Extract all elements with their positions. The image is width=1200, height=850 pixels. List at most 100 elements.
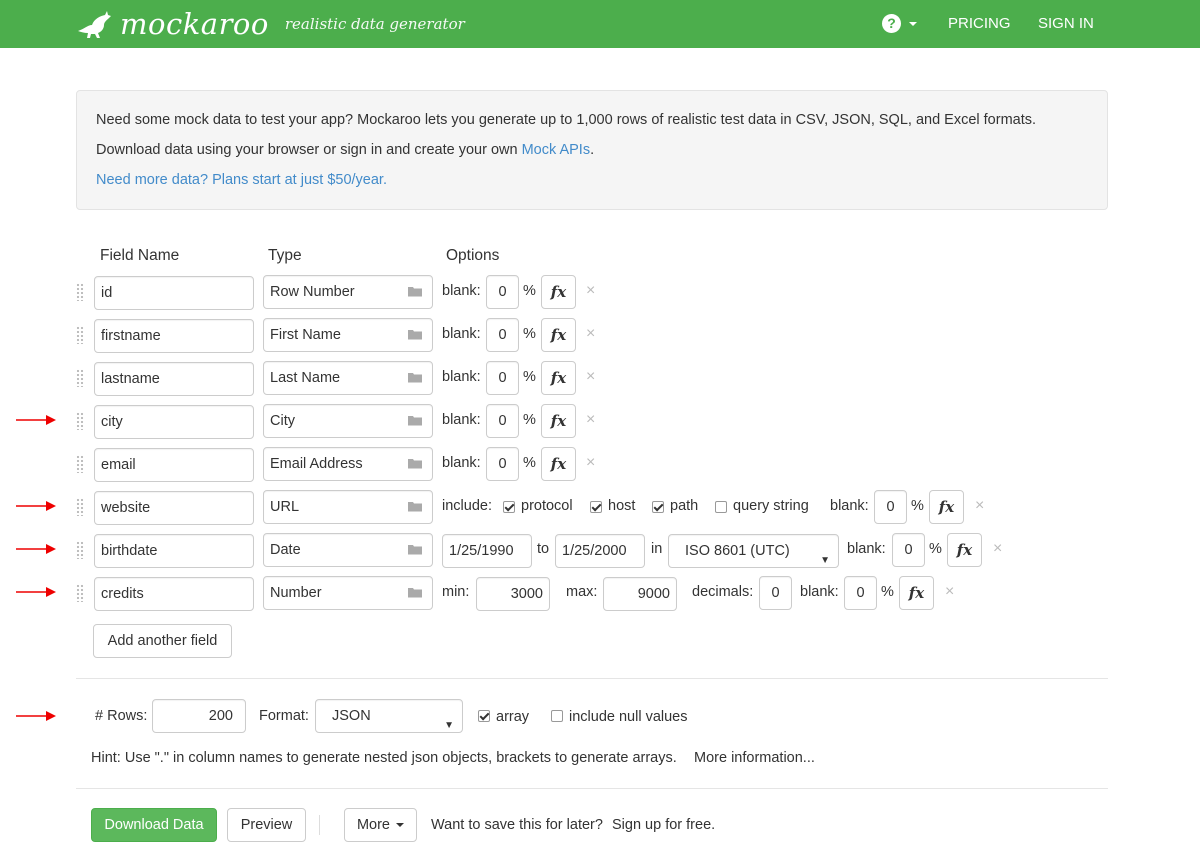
intro-panel: Need some mock data to test your app? Mo… (76, 90, 1108, 210)
path-label: path (670, 498, 699, 514)
add-field-button[interactable]: Add another field (93, 624, 232, 658)
field-type-input[interactable]: First Name (263, 318, 433, 352)
date-format-select[interactable]: ISO 8601 (UTC) ▼ (668, 534, 839, 568)
preview-button[interactable]: Preview (227, 808, 306, 842)
percent-sign: % (523, 412, 536, 428)
remove-field-icon[interactable]: × (993, 540, 1002, 558)
field-name-input[interactable]: lastname (94, 362, 254, 396)
more-information-link[interactable]: More information... (694, 750, 815, 766)
drag-handle-icon[interactable] (76, 369, 84, 387)
percent-sign: % (523, 369, 536, 385)
date-from-input[interactable]: 1/25/1990 (442, 534, 532, 568)
host-checkbox[interactable] (590, 501, 602, 513)
rows-label: # Rows: (95, 708, 148, 724)
plans-link[interactable]: Need more data? Plans start at just $50/… (96, 172, 387, 188)
blank-percent-input[interactable]: 0 (892, 533, 925, 567)
field-name-input[interactable]: id (94, 276, 254, 310)
formula-button[interactable]: fx (541, 447, 576, 481)
field-type-input[interactable]: Date (263, 533, 433, 567)
remove-field-icon[interactable]: × (586, 325, 595, 343)
blank-percent-input[interactable]: 0 (486, 361, 519, 395)
drag-handle-icon[interactable] (76, 412, 84, 430)
field-type-value: First Name (270, 327, 341, 343)
field-name-input[interactable]: city (94, 405, 254, 439)
field-type-input[interactable]: Row Number (263, 275, 433, 309)
red-arrow-icon (16, 711, 56, 721)
format-select[interactable]: JSON ▼ (315, 699, 463, 733)
blank-label: blank: (442, 455, 481, 471)
blank-percent-input[interactable]: 0 (486, 318, 519, 352)
blank-percent-input[interactable]: 0 (486, 447, 519, 481)
blank-percent-input[interactable]: 0 (486, 275, 519, 309)
field-name-input[interactable]: credits (94, 577, 254, 611)
field-name-input[interactable]: firstname (94, 319, 254, 353)
remove-field-icon[interactable]: × (586, 454, 595, 472)
formula-button[interactable]: fx (541, 361, 576, 395)
field-name-input[interactable]: email (94, 448, 254, 482)
help-menu[interactable]: ? (882, 14, 917, 33)
red-arrow-icon (16, 587, 56, 597)
mock-apis-link[interactable]: Mock APIs (522, 142, 591, 158)
query-string-checkbox[interactable] (715, 501, 727, 513)
field-type-input[interactable]: City (263, 404, 433, 438)
field-type-input[interactable]: Last Name (263, 361, 433, 395)
column-header-type: Type (268, 247, 302, 264)
sign-up-link[interactable]: Sign up for free. (612, 817, 715, 833)
remove-field-icon[interactable]: × (945, 583, 954, 601)
nav-pricing[interactable]: PRICING (948, 15, 1011, 32)
intro-line-2-suffix: . (590, 142, 595, 158)
min-input[interactable]: 3000 (476, 577, 550, 611)
drag-handle-icon[interactable] (76, 283, 84, 301)
red-arrow-icon (16, 544, 56, 554)
include-null-checkbox[interactable] (551, 710, 563, 722)
field-name-input[interactable]: birthdate (94, 534, 254, 568)
column-header-options: Options (446, 247, 500, 264)
drag-handle-icon[interactable] (76, 498, 84, 516)
decimals-input[interactable]: 0 (759, 576, 792, 610)
formula-button[interactable]: fx (541, 404, 576, 438)
folder-icon (408, 545, 422, 555)
percent-sign: % (523, 455, 536, 471)
percent-sign: % (523, 326, 536, 342)
brand-logo[interactable]: mockaroo realistic data generator (76, 7, 465, 41)
folder-icon (408, 287, 422, 297)
select-caret-icon: ▼ (820, 555, 830, 566)
field-type-value: Row Number (270, 284, 355, 300)
drag-handle-icon[interactable] (76, 584, 84, 602)
array-checkbox[interactable] (478, 710, 490, 722)
date-to-input[interactable]: 1/25/2000 (555, 534, 645, 568)
question-icon: ? (882, 14, 901, 33)
protocol-checkbox[interactable] (503, 501, 515, 513)
divider (76, 788, 1108, 789)
blank-percent-input[interactable]: 0 (844, 576, 877, 610)
folder-icon (408, 459, 422, 469)
decimals-label: decimals: (692, 584, 754, 600)
formula-button[interactable]: fx (899, 576, 934, 610)
field-type-input[interactable]: URL (263, 490, 433, 524)
download-data-button[interactable]: Download Data (91, 808, 217, 842)
drag-handle-icon[interactable] (76, 541, 84, 559)
path-checkbox[interactable] (652, 501, 664, 513)
field-row: website URL include: protocol host path … (0, 490, 1200, 525)
rows-input[interactable]: 200 (152, 699, 246, 733)
min-label: min: (442, 584, 470, 600)
blank-percent-input[interactable]: 0 (874, 490, 907, 524)
field-name-input[interactable]: website (94, 491, 254, 525)
remove-field-icon[interactable]: × (586, 411, 595, 429)
formula-button[interactable]: fx (947, 533, 982, 567)
formula-button[interactable]: fx (541, 275, 576, 309)
remove-field-icon[interactable]: × (586, 368, 595, 386)
nav-sign-in[interactable]: SIGN IN (1038, 15, 1094, 32)
drag-handle-icon[interactable] (76, 326, 84, 344)
field-type-input[interactable]: Number (263, 576, 433, 610)
max-input[interactable]: 9000 (603, 577, 677, 611)
formula-button[interactable]: fx (929, 490, 964, 524)
field-type-input[interactable]: Email Address (263, 447, 433, 481)
blank-percent-input[interactable]: 0 (486, 404, 519, 438)
remove-field-icon[interactable]: × (586, 282, 595, 300)
formula-button[interactable]: fx (541, 318, 576, 352)
more-dropdown-button[interactable]: More (344, 808, 417, 842)
remove-field-icon[interactable]: × (975, 497, 984, 515)
brand-tagline: realistic data generator (284, 15, 465, 33)
drag-handle-icon[interactable] (76, 455, 84, 473)
